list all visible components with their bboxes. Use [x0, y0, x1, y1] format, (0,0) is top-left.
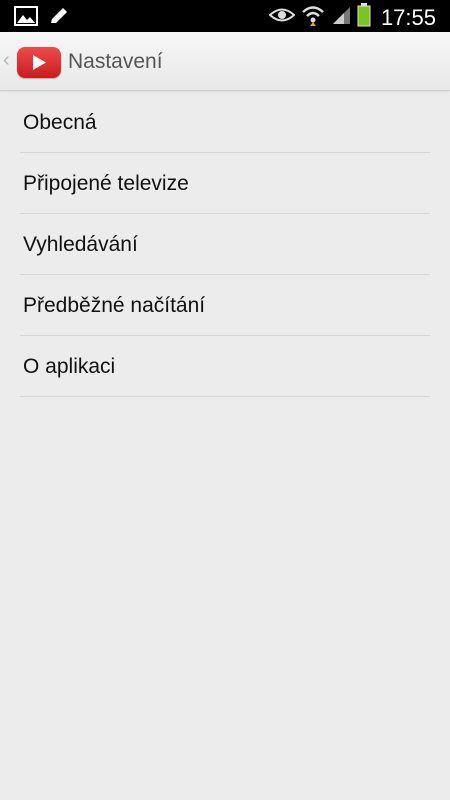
wifi-icon — [301, 4, 325, 31]
settings-item-label: Předběžné načítání — [23, 294, 206, 317]
settings-item-search[interactable]: Vyhledávání — [20, 214, 430, 275]
youtube-logo-icon[interactable] — [17, 47, 61, 78]
page-title[interactable]: Nastavení — [68, 50, 163, 74]
settings-item-general[interactable]: Obecná — [20, 92, 430, 153]
action-bar: ‹ Nastavení — [0, 32, 450, 91]
battery-icon — [357, 3, 371, 32]
status-bar: 17:55 — [0, 0, 450, 32]
pencil-icon — [48, 6, 70, 31]
back-caret-icon[interactable]: ‹ — [3, 50, 10, 70]
status-bar-notifications — [14, 6, 70, 31]
status-bar-system: 17:55 — [268, 3, 436, 32]
signal-icon — [331, 5, 351, 30]
settings-list: Obecná Připojené televize Vyhledávání Př… — [20, 92, 430, 397]
settings-item-label: Obecná — [23, 111, 97, 134]
settings-item-label: O aplikaci — [23, 355, 116, 378]
settings-item-connected-tvs[interactable]: Připojené televize — [20, 153, 430, 214]
settings-item-label: Vyhledávání — [23, 233, 138, 256]
settings-item-label: Připojené televize — [23, 172, 189, 195]
gallery-icon — [14, 6, 38, 31]
settings-item-about[interactable]: O aplikaci — [20, 336, 430, 397]
eye-icon — [268, 6, 296, 29]
settings-item-preload[interactable]: Předběžné načítání — [20, 275, 430, 336]
clock: 17:55 — [380, 4, 436, 30]
